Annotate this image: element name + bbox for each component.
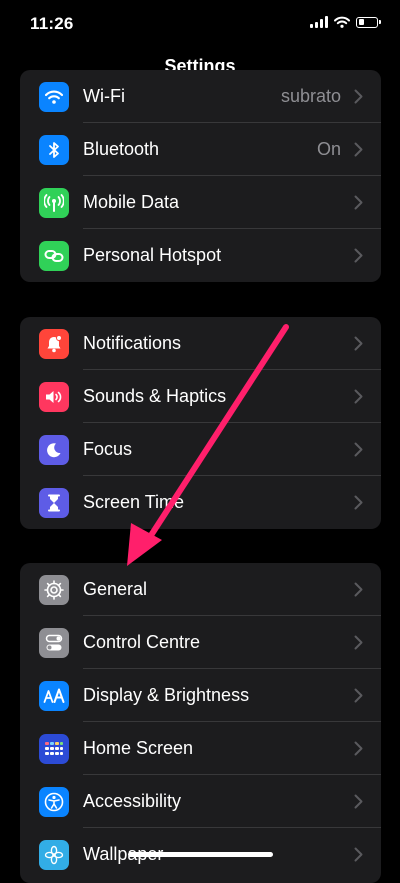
text-size-icon [39, 681, 69, 711]
row-control-centre[interactable]: Control Centre [20, 616, 381, 669]
cellular-signal-icon [310, 16, 328, 28]
row-label: Focus [83, 439, 133, 459]
row-label: General [83, 579, 148, 599]
status-icons [310, 16, 381, 28]
chevron-right-icon [354, 442, 363, 457]
row-label: Sounds & Haptics [83, 386, 227, 406]
status-bar: 11:26 [0, 0, 400, 46]
app-grid-icon [39, 734, 69, 764]
row-focus[interactable]: Focus [20, 423, 381, 476]
row-label: Wi-Fi [83, 86, 125, 106]
row-mobile-data[interactable]: Mobile Data [20, 176, 381, 229]
accessibility-icon [39, 787, 69, 817]
chevron-right-icon [354, 89, 363, 104]
row-general[interactable]: General [20, 563, 381, 616]
row-notifications[interactable]: Notifications [20, 317, 381, 370]
home-indicator [128, 852, 273, 857]
row-label: Notifications [83, 333, 182, 353]
row-screen-time[interactable]: Screen Time [20, 476, 381, 529]
row-value: On [316, 139, 341, 159]
chevron-right-icon [354, 688, 363, 703]
general-group: General Control Centre Display & Brightn… [20, 563, 381, 883]
row-label: Bluetooth [83, 139, 160, 159]
chevron-right-icon [354, 142, 363, 157]
row-sounds-haptics[interactable]: Sounds & Haptics [20, 370, 381, 423]
chevron-right-icon [354, 336, 363, 351]
antenna-icon [39, 188, 69, 218]
chevron-right-icon [354, 495, 363, 510]
bell-icon [39, 329, 69, 359]
chevron-right-icon [354, 847, 363, 862]
bluetooth-icon [39, 135, 69, 165]
chevron-right-icon [354, 794, 363, 809]
row-label: Accessibility [83, 791, 182, 811]
row-label: Personal Hotspot [83, 245, 222, 265]
link-icon [39, 241, 69, 271]
row-label: Home Screen [83, 738, 194, 758]
chevron-right-icon [354, 389, 363, 404]
gear-icon [39, 575, 69, 605]
moon-icon [39, 435, 69, 465]
row-label: Display & Brightness [83, 685, 250, 705]
battery-icon [356, 16, 381, 28]
notifications-group: Notifications Sounds & Haptics Focus Scr… [20, 317, 381, 529]
connectivity-group: Wi-Fi subrato Bluetooth On Mobile Data P… [20, 70, 381, 282]
row-label: Control Centre [83, 632, 201, 652]
row-value: subrato [280, 86, 341, 106]
speaker-icon [39, 382, 69, 412]
chevron-right-icon [354, 741, 363, 756]
row-label: Mobile Data [83, 192, 180, 212]
wifi-icon [39, 82, 69, 112]
row-display-brightness[interactable]: Display & Brightness [20, 669, 381, 722]
row-home-screen[interactable]: Home Screen [20, 722, 381, 775]
chevron-right-icon [354, 248, 363, 263]
status-time: 11:26 [30, 14, 74, 33]
chevron-right-icon [354, 195, 363, 210]
hourglass-icon [39, 488, 69, 518]
row-wifi[interactable]: Wi-Fi subrato [20, 70, 381, 123]
row-personal-hotspot[interactable]: Personal Hotspot [20, 229, 381, 282]
row-label: Screen Time [83, 492, 185, 512]
chevron-right-icon [354, 635, 363, 650]
toggles-icon [39, 628, 69, 658]
row-bluetooth[interactable]: Bluetooth On [20, 123, 381, 176]
row-accessibility[interactable]: Accessibility [20, 775, 381, 828]
chevron-right-icon [354, 582, 363, 597]
wifi-status-icon [334, 16, 350, 28]
